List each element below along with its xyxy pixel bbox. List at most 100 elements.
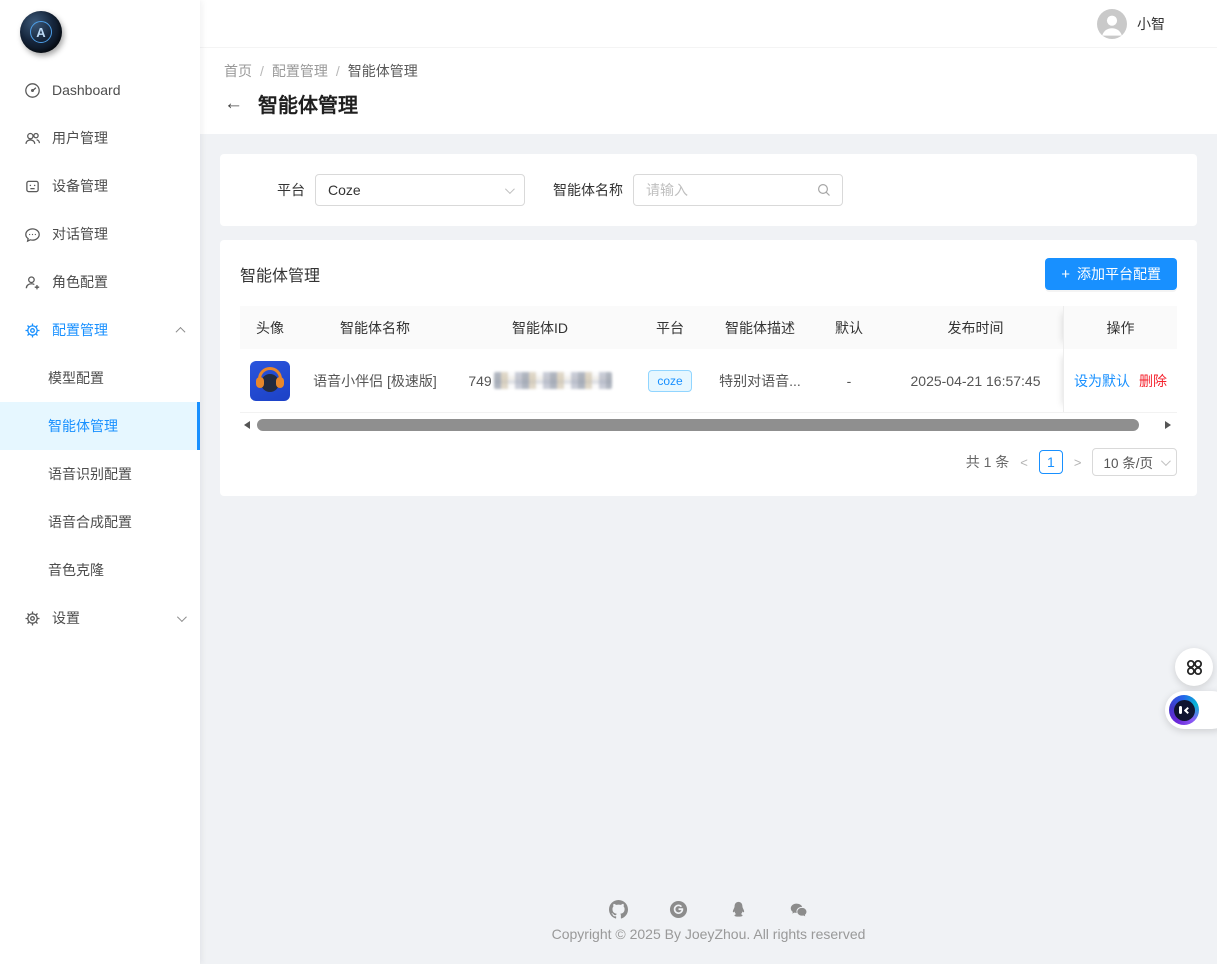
scrollbar-thumb[interactable] — [257, 419, 1139, 431]
breadcrumb-home[interactable]: 首页 — [224, 61, 252, 81]
sidebar-menu: Dashboard 用户管理 设备管理 对话管理 角色配置 配置管理 — [0, 64, 200, 642]
page-header: 首页 / 配置管理 / 智能体管理 ← 智能体管理 — [200, 48, 1217, 134]
agent-id-redacted — [494, 372, 612, 389]
breadcrumb-separator: / — [336, 63, 340, 79]
page-size-select[interactable]: 10 条/页 — [1092, 448, 1177, 476]
logo-icon: A — [20, 11, 62, 53]
gear-icon — [24, 610, 41, 627]
breadcrumb-separator: / — [260, 63, 264, 79]
qq-icon[interactable] — [729, 900, 748, 919]
sidebar-item-config[interactable]: 配置管理 — [0, 306, 200, 354]
col-platform: 平台 — [630, 318, 710, 338]
breadcrumb-current: 智能体管理 — [348, 61, 418, 81]
avatar-headphone-ear — [276, 377, 284, 388]
user-avatar — [1097, 9, 1127, 39]
quick-apps-button[interactable] — [1175, 648, 1213, 686]
search-icon[interactable] — [816, 182, 832, 198]
agent-name-field — [633, 174, 843, 206]
chevron-down-icon — [177, 612, 187, 622]
user-menu[interactable]: 小智 — [1097, 9, 1165, 39]
agent-table-card: 智能体管理 + 添加平台配置 头像 智能体名称 智能体ID 平台 智能体描述 默… — [220, 240, 1197, 496]
pagination-prev-icon[interactable]: < — [1018, 455, 1030, 470]
sidebar-subitem-label: 语音合成配置 — [48, 512, 132, 532]
logo-letter: A — [30, 21, 52, 43]
sidebar-item-settings[interactable]: 设置 — [0, 594, 200, 642]
sidebar-item-conversations[interactable]: 对话管理 — [0, 210, 200, 258]
agent-id-prefix: 749 — [468, 373, 491, 389]
delete-link[interactable]: 删除 — [1139, 371, 1167, 391]
main-area: 小智 首页 / 配置管理 / 智能体管理 ← 智能体管理 平台 Coze — [200, 0, 1217, 964]
apps-grid-icon — [1185, 658, 1204, 677]
agent-avatar — [250, 361, 290, 401]
back-arrow-icon[interactable]: ← — [224, 94, 243, 113]
copyright-text: Copyright © 2025 By JoeyZhou. All rights… — [220, 926, 1197, 942]
gitee-icon[interactable] — [669, 900, 688, 919]
dashboard-icon — [24, 82, 41, 99]
platform-tag: coze — [648, 370, 691, 392]
add-platform-config-button[interactable]: + 添加平台配置 — [1045, 258, 1177, 290]
agent-name: 语音小伴侣 [极速版] — [300, 371, 450, 391]
col-avatar: 头像 — [240, 318, 300, 338]
sidebar-item-label: 对话管理 — [52, 224, 108, 244]
set-default-link[interactable]: 设为默认 — [1074, 371, 1130, 391]
robot-eye — [1179, 706, 1182, 714]
col-actions: 操作 — [1063, 306, 1177, 349]
col-agent-name: 智能体名称 — [300, 318, 450, 338]
robot-eye — [1183, 706, 1190, 713]
sidebar-subitem-voice-clone[interactable]: 音色克隆 — [0, 546, 200, 594]
sidebar-item-label: 设置 — [52, 608, 80, 628]
sidebar-item-roles[interactable]: 角色配置 — [0, 258, 200, 306]
sidebar-subitem-agent-management[interactable]: 智能体管理 — [0, 402, 200, 450]
sidebar-item-label: Dashboard — [52, 82, 121, 98]
app-layout: A Dashboard 用户管理 设备管理 对话管理 角色配置 — [0, 0, 1217, 964]
content: 平台 Coze 智能体名称 智能体管理 + 添加平台配置 — [200, 134, 1217, 964]
robot-face-icon — [1169, 695, 1199, 725]
col-agent-id: 智能体ID — [450, 318, 630, 338]
sidebar-subitem-asr-config[interactable]: 语音识别配置 — [0, 450, 200, 498]
sidebar-item-dashboard[interactable]: Dashboard — [0, 66, 200, 114]
sidebar-item-label: 用户管理 — [52, 128, 108, 148]
plus-icon: + — [1061, 267, 1070, 282]
default-flag: - — [810, 373, 888, 389]
sidebar-item-devices[interactable]: 设备管理 — [0, 162, 200, 210]
table-row: 语音小伴侣 [极速版] 749 coze 特别对语音... - 2025-04-… — [240, 349, 1177, 413]
col-description: 智能体描述 — [710, 318, 810, 338]
gear-icon — [24, 322, 41, 339]
sidebar-item-label: 设备管理 — [52, 176, 108, 196]
sidebar-subitem-label: 语音识别配置 — [48, 464, 132, 484]
platform-select[interactable]: Coze — [315, 174, 525, 206]
col-default: 默认 — [810, 318, 888, 338]
agent-name-input[interactable] — [646, 182, 816, 198]
app-logo[interactable]: A — [0, 0, 200, 64]
agent-name-label: 智能体名称 — [553, 180, 623, 200]
sidebar-subitem-label: 音色克隆 — [48, 560, 104, 580]
agent-description: 特别对语音... — [710, 371, 810, 391]
user-add-icon — [24, 274, 41, 291]
pagination: 共 1 条 < 1 > 10 条/页 — [240, 448, 1177, 482]
pagination-next-icon[interactable]: > — [1072, 455, 1084, 470]
person-icon — [1097, 9, 1127, 39]
scroll-left-arrow-icon[interactable] — [244, 421, 250, 429]
github-icon[interactable] — [609, 900, 628, 919]
sidebar-item-users[interactable]: 用户管理 — [0, 114, 200, 162]
actions-cell: 设为默认 删除 — [1063, 349, 1177, 412]
publish-time: 2025-04-21 16:57:45 — [888, 373, 1063, 389]
sidebar-subitem-label: 智能体管理 — [48, 416, 118, 436]
sidebar-subitem-tts-config[interactable]: 语音合成配置 — [0, 498, 200, 546]
device-icon — [24, 178, 41, 195]
breadcrumb-config[interactable]: 配置管理 — [272, 61, 328, 81]
wechat-icon[interactable] — [789, 900, 808, 919]
scroll-right-arrow-icon[interactable] — [1165, 421, 1171, 429]
ai-assistant-button[interactable] — [1165, 691, 1217, 729]
platform-label: 平台 — [277, 180, 305, 200]
footer-icons — [220, 900, 1197, 919]
page-title: 智能体管理 — [258, 89, 358, 118]
sidebar-subitem-model-config[interactable]: 模型配置 — [0, 354, 200, 402]
chevron-down-icon — [505, 184, 515, 194]
pagination-page-1[interactable]: 1 — [1039, 450, 1063, 474]
chevron-up-icon — [176, 326, 186, 336]
sidebar-subitem-label: 模型配置 — [48, 368, 104, 388]
robot-face-inner — [1174, 700, 1195, 721]
agent-id-cell: 749 — [450, 372, 630, 389]
table-header-row: 头像 智能体名称 智能体ID 平台 智能体描述 默认 发布时间 操作 — [240, 306, 1177, 349]
